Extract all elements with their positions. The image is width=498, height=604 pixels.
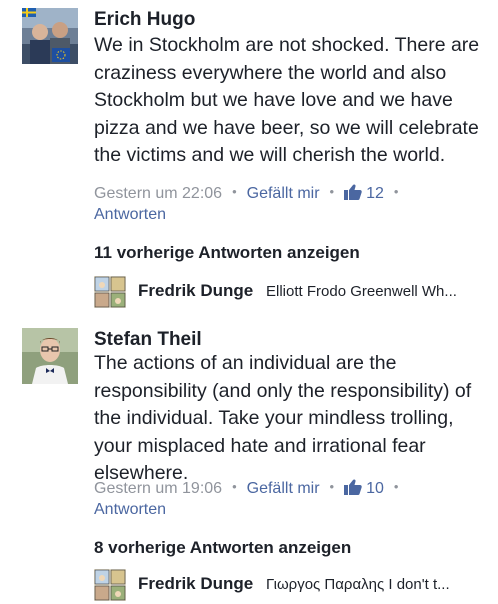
avatar[interactable]	[94, 276, 126, 308]
reply-row: Antworten	[94, 500, 166, 520]
reply-button[interactable]: Antworten	[94, 501, 166, 518]
comment-timestamp[interactable]: Gestern um 19:06	[94, 480, 222, 497]
comment-erich-hugo: Erich Hugo We in Stockholm are not shock…	[0, 0, 498, 240]
like-button[interactable]: Gefällt mir	[247, 480, 320, 497]
comic-avatar-icon	[94, 569, 126, 601]
avatar[interactable]	[22, 328, 78, 384]
like-count-button[interactable]: 10	[344, 479, 384, 497]
separator-dot: •	[329, 184, 335, 199]
like-count-button[interactable]: 12	[344, 184, 384, 202]
comment-stefan-theil: Stefan Theil The actions of an individua…	[0, 320, 498, 540]
profile-photo-icon	[22, 328, 78, 384]
reply-text: Γιωργος Παραλης I don't t...	[266, 576, 450, 593]
reply-author[interactable]: Fredrik Dunge	[138, 281, 253, 301]
separator-dot: •	[393, 184, 399, 199]
comment-text: The actions of an individual are the res…	[94, 352, 472, 484]
like-count: 12	[366, 185, 384, 202]
comment-text: We in Stockholm are not shocked. There a…	[94, 34, 480, 166]
avatar[interactable]	[94, 569, 126, 601]
separator-dot: •	[232, 479, 237, 494]
like-count: 10	[366, 480, 384, 497]
like-button[interactable]: Gefällt mir	[247, 185, 320, 202]
reply-author[interactable]: Fredrik Dunge	[138, 574, 253, 594]
comic-avatar-icon	[94, 276, 126, 308]
thumbs-up-icon	[344, 184, 362, 200]
reply-text: Elliott Frodo Greenwell Wh...	[266, 283, 457, 300]
reply-preview[interactable]: Fredrik Dunge Elliott Frodo Greenwell Wh…	[94, 276, 489, 308]
comment-meta: Gestern um 22:06 • Gefällt mir • 12 •	[94, 184, 408, 204]
show-previous-replies-link[interactable]: 11 vorherige Antworten anzeigen	[94, 243, 360, 263]
separator-dot: •	[393, 479, 399, 494]
comment-timestamp[interactable]: Gestern um 22:06	[94, 185, 222, 202]
avatar[interactable]	[22, 8, 78, 64]
reply-preview[interactable]: Fredrik Dunge Γιωργος Παραλης I don't t.…	[94, 569, 489, 601]
profile-photo-icon	[22, 8, 78, 64]
comment-author[interactable]: Stefan Theil	[94, 329, 202, 351]
show-previous-replies-link[interactable]: 8 vorherige Antworten anzeigen	[94, 538, 351, 558]
separator-dot: •	[232, 184, 237, 199]
reply-button[interactable]: Antworten	[94, 206, 166, 223]
comment-author[interactable]: Erich Hugo	[94, 9, 195, 31]
reply-row: Antworten	[94, 205, 166, 225]
separator-dot: •	[329, 479, 335, 494]
comment-meta: Gestern um 19:06 • Gefällt mir • 10 •	[94, 479, 408, 499]
thumbs-up-icon	[344, 479, 362, 495]
